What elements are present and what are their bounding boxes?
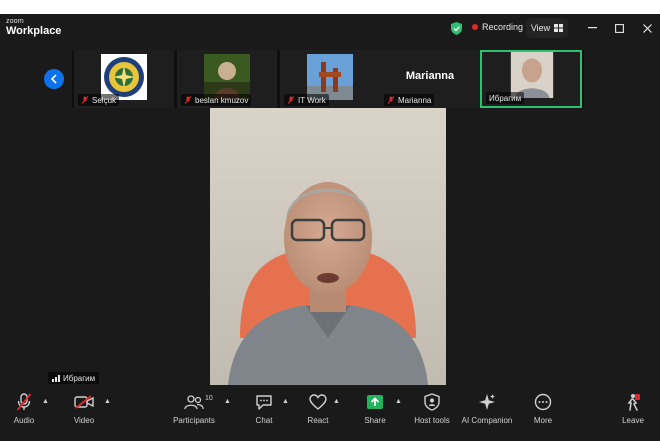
gallery-previous-button[interactable] [44,69,64,89]
leave-icon [627,394,640,411]
participant-name: Selçuk [92,95,117,105]
ai-companion-button[interactable]: AI Companion [457,392,517,425]
more-icon [534,393,552,411]
chat-icon [256,394,272,410]
share-label: Share [364,416,386,425]
chat-button[interactable]: Chat [234,392,294,425]
zoom-window: zoom Workplace Recording View Selçuk bes… [0,14,660,441]
more-button[interactable]: More [513,392,573,425]
share-button[interactable]: Share [345,392,405,425]
close-button[interactable] [639,20,655,36]
participant-tile-ibragim[interactable]: Ибрагим [480,50,582,108]
participant-name: Marianna [398,95,432,105]
more-label: More [533,416,553,425]
video-off-icon [74,395,94,409]
host-tools-label: Host tools [414,416,450,425]
heart-icon [309,394,327,410]
host-tools-button[interactable]: Host tools [402,392,462,425]
participant-tile-beslan[interactable]: beslan kmuzov [177,50,277,108]
audio-button[interactable]: Audio [0,392,54,425]
participants-options-caret[interactable]: ▲ [224,398,231,405]
react-options-caret[interactable]: ▲ [333,398,340,405]
title-bar: zoom Workplace Recording View [0,14,660,44]
chevron-left-icon [50,74,57,84]
brand-small: zoom [6,18,24,25]
video-button[interactable]: Video [54,392,114,425]
shield-icon [424,393,440,411]
maximize-icon [614,23,624,33]
share-options-caret[interactable]: ▲ [395,398,402,405]
audio-options-caret[interactable]: ▲ [42,398,49,405]
tile-label: IT Work [284,94,329,106]
react-button[interactable]: React [288,392,348,425]
mic-off-icon [81,96,89,104]
mic-off-icon [16,393,32,411]
participant-tile-selcuk[interactable]: Selçuk [74,50,174,108]
tile-label: beslan kmuzov [181,94,252,106]
brand-title: Workplace [6,25,62,37]
leave-label: Leave [622,416,644,425]
view-label: View [530,23,551,33]
sparkle-icon [479,394,495,410]
grid-view-icon [554,24,564,32]
participant-name: beslan kmuzov [195,95,249,105]
shield-check-icon[interactable] [451,22,462,35]
tile-label: Ибрагим [486,92,525,104]
participants-count: 10 [205,395,213,402]
tile-label: Selçuk [78,94,120,106]
speaker-name-label: Ибрагим [48,372,100,384]
participants-icon [184,395,204,410]
record-dot-icon [472,24,478,30]
share-screen-icon [367,395,383,409]
participant-display-name: Marianna [405,70,455,82]
participants-button[interactable]: Participants [164,392,224,425]
speaker-video-frame [210,108,446,385]
participant-tile-marianna[interactable]: Marianna Marianna [380,50,480,108]
participant-tile-it-work[interactable]: IT Work [280,50,380,108]
video-options-caret[interactable]: ▲ [104,398,111,405]
chat-label: Chat [255,416,273,425]
participant-name: Ибрагим [489,93,522,103]
meeting-toolbar: Audio ▲ Video ▲ Participants 10 ▲ Chat ▲… [0,386,660,441]
active-speaker-video[interactable] [210,108,446,385]
recording-label: Recording [482,22,524,32]
audio-level-icon [52,374,60,382]
minimize-icon [587,27,597,29]
mic-off-icon [287,96,295,104]
participant-name: IT Work [298,95,326,105]
close-icon [642,23,652,33]
audio-label: Audio [13,416,35,425]
participants-label: Participants [173,416,215,425]
view-button[interactable]: View [526,18,568,38]
leave-button[interactable]: Leave [603,392,660,425]
participant-gallery: Selçuk beslan kmuzov IT Work Marianna Ma… [72,50,584,108]
maximize-button[interactable] [611,20,627,36]
video-label: Video [73,416,95,425]
mic-off-icon [184,96,192,104]
react-label: React [307,416,329,425]
app-brand: zoom Workplace [6,18,61,37]
minimize-button[interactable] [584,20,600,36]
recording-indicator[interactable]: Recording [472,22,523,32]
ai-companion-label: AI Companion [461,416,513,425]
mic-off-icon [387,96,395,104]
speaker-name: Ибрагим [63,373,96,383]
tile-label: Marianna [384,94,435,106]
